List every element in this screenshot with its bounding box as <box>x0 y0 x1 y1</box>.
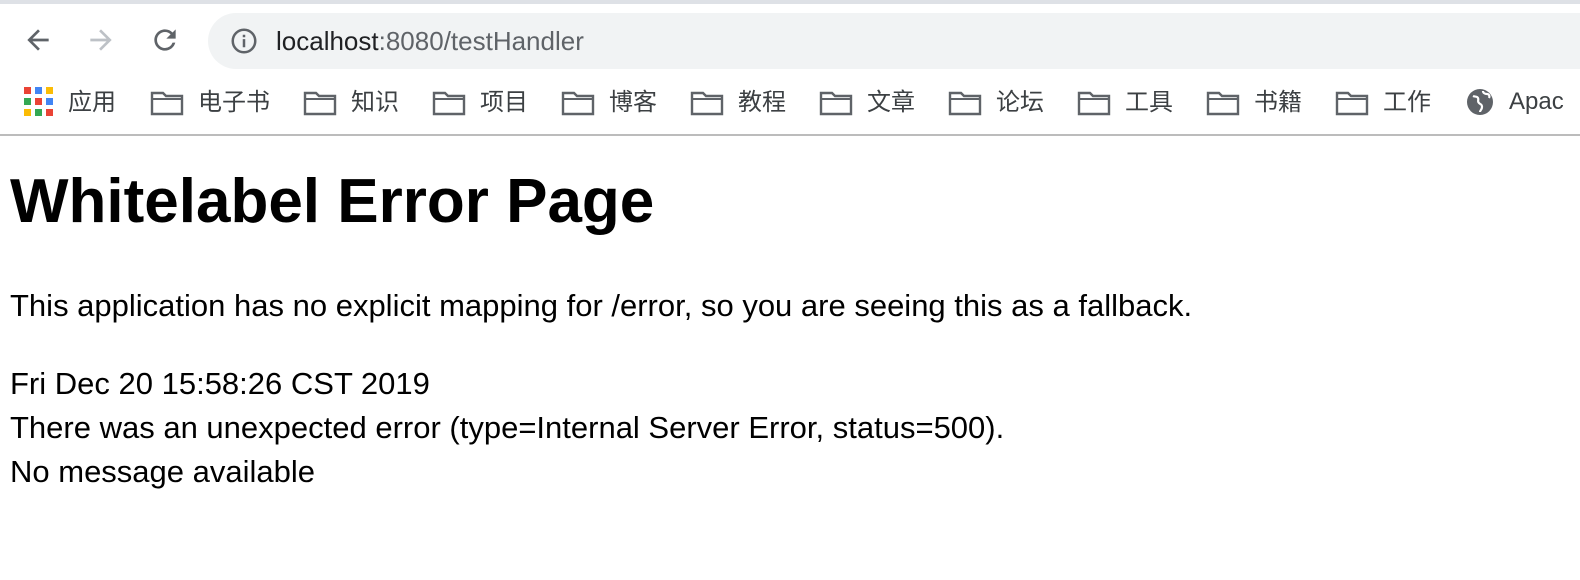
bookmark-label: 应用 <box>68 88 116 116</box>
bookmark-folder-tools[interactable]: 工具 <box>1077 84 1173 120</box>
bookmark-label: 项目 <box>480 88 528 116</box>
bookmark-apps[interactable]: 应用 <box>22 84 116 120</box>
page-title: Whitelabel Error Page <box>10 167 655 236</box>
folder-icon <box>1335 91 1369 116</box>
back-button[interactable] <box>16 18 60 62</box>
bookmark-label: Apac <box>1509 88 1564 115</box>
bookmarks-bar: 应用 电子书 知识 项目 博客 教程 文章 论坛 工具 书籍 工作 Apac <box>0 72 1580 136</box>
error-details: Fri Dec 20 15:58:26 CST 2019 There was a… <box>10 362 1004 494</box>
url-path: :8080/testHandler <box>378 26 584 56</box>
reload-icon <box>154 29 176 51</box>
arrow-right-icon <box>90 29 112 51</box>
bookmark-label: 工作 <box>1383 88 1431 116</box>
bookmark-folder-blogs[interactable]: 博客 <box>561 84 657 120</box>
folder-icon <box>690 91 724 116</box>
bookmark-folder-work[interactable]: 工作 <box>1335 84 1431 120</box>
bookmark-label: 电子书 <box>198 88 270 116</box>
bookmark-label: 教程 <box>738 88 786 116</box>
arrow-left-icon <box>27 29 49 51</box>
folder-icon <box>432 91 466 116</box>
url-host: localhost <box>276 26 379 56</box>
bookmark-label: 文章 <box>867 88 915 116</box>
bookmark-apache[interactable]: Apac <box>1465 84 1564 120</box>
folder-icon <box>819 91 853 116</box>
folder-icon <box>1077 91 1111 116</box>
bookmark-label: 博客 <box>609 88 657 116</box>
url-text[interactable]: localhost:8080/testHandler <box>276 26 584 56</box>
apps-icon <box>24 87 54 117</box>
error-status-line: There was an unexpected error (type=Inte… <box>10 410 1005 445</box>
bookmark-folder-tutorials[interactable]: 教程 <box>690 84 786 120</box>
bookmark-folder-books[interactable]: 书籍 <box>1206 84 1302 120</box>
bookmark-folder-articles[interactable]: 文章 <box>819 84 915 120</box>
browser-toolbar: localhost:8080/testHandler <box>0 4 1580 70</box>
error-message: No message available <box>10 454 316 489</box>
folder-icon <box>561 91 595 116</box>
bookmark-folder-forums[interactable]: 论坛 <box>948 84 1044 120</box>
globe-icon <box>1467 89 1493 115</box>
folder-icon <box>303 91 337 116</box>
forward-button[interactable] <box>79 18 123 62</box>
bookmark-label: 知识 <box>351 88 399 116</box>
bookmark-label: 书籍 <box>1254 88 1302 116</box>
bookmark-folder-knowledge[interactable]: 知识 <box>303 84 399 120</box>
bookmark-label: 论坛 <box>996 88 1044 116</box>
bookmark-folder-ebooks[interactable]: 电子书 <box>150 84 270 120</box>
error-timestamp: Fri Dec 20 15:58:26 CST 2019 <box>10 366 430 401</box>
folder-icon <box>150 91 184 116</box>
error-description: This application has no explicit mapping… <box>10 288 1193 323</box>
reload-button[interactable] <box>143 18 187 62</box>
bookmark-folder-projects[interactable]: 项目 <box>432 84 528 120</box>
folder-icon <box>948 91 982 116</box>
bookmark-label: 工具 <box>1125 88 1173 116</box>
folder-icon <box>1206 91 1240 116</box>
info-icon[interactable] <box>228 25 260 57</box>
address-bar[interactable]: localhost:8080/testHandler <box>208 13 1580 69</box>
